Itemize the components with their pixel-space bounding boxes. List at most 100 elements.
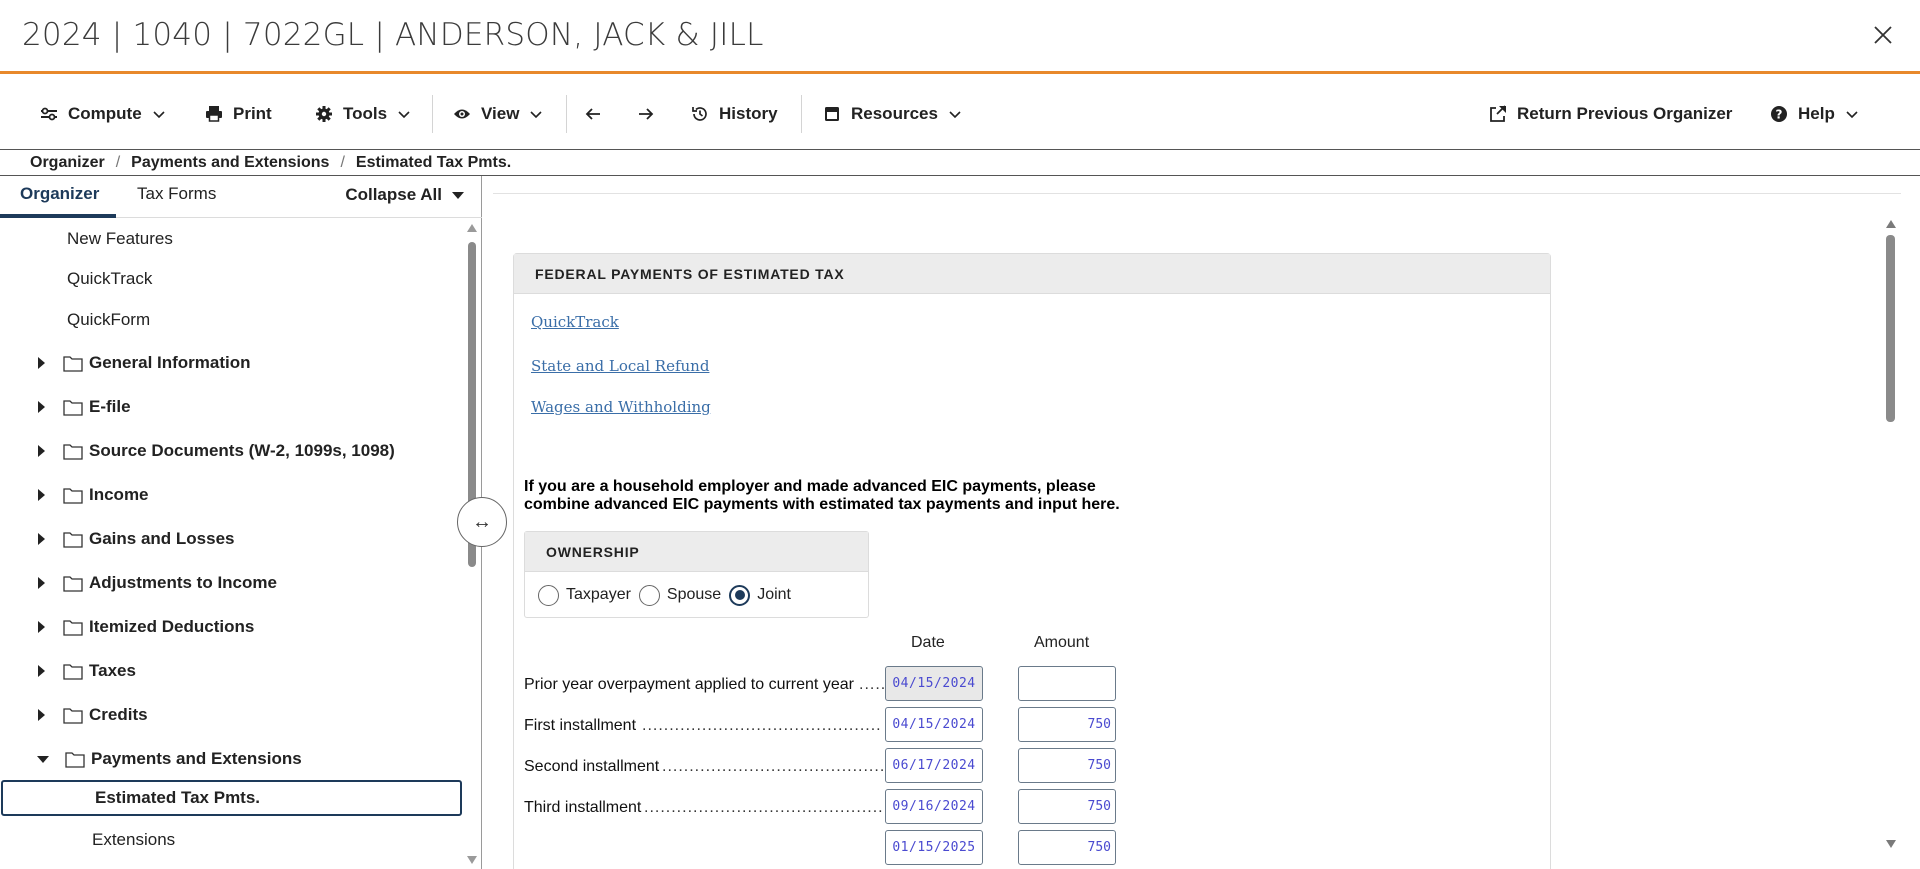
ownership-group: OWNERSHIP Taxpayer Spouse Joint bbox=[524, 531, 869, 618]
date-field[interactable]: 06/17/2024 bbox=[885, 748, 983, 783]
back-button[interactable] bbox=[584, 77, 602, 150]
link-quicktrack[interactable]: QuickTrack bbox=[531, 313, 619, 331]
share-external-icon bbox=[1489, 104, 1507, 123]
breadcrumb-item-organizer[interactable]: Organizer bbox=[30, 154, 105, 172]
resources-menu-button[interactable]: Resources bbox=[823, 77, 962, 150]
column-header-amount: Amount bbox=[1034, 634, 1090, 651]
expand-caret-icon[interactable] bbox=[38, 357, 45, 369]
tree-item-credits[interactable]: Credits bbox=[0, 697, 462, 733]
ownership-radio-group: Taxpayer Spouse Joint bbox=[525, 572, 868, 618]
forward-button[interactable] bbox=[637, 77, 655, 150]
toolbar-divider bbox=[566, 95, 567, 133]
amount-field[interactable]: 750 bbox=[1018, 707, 1116, 742]
print-button[interactable]: Print bbox=[205, 77, 272, 150]
tree-item-label: Payments and Extensions bbox=[91, 749, 302, 768]
expand-caret-icon[interactable] bbox=[38, 621, 45, 633]
row-leader-dots: ........................................… bbox=[642, 717, 883, 734]
row-label: First installment bbox=[524, 717, 637, 734]
tools-label: Tools bbox=[343, 103, 388, 123]
tree-item-label: Credits bbox=[89, 705, 148, 724]
radio-label: Taxpayer bbox=[566, 586, 631, 603]
radio-circle[interactable] bbox=[638, 584, 660, 606]
note-line: combine advanced EIC payments with estim… bbox=[524, 496, 1120, 513]
expand-caret-icon[interactable] bbox=[38, 445, 45, 457]
date-field[interactable]: 04/15/2024 bbox=[885, 707, 983, 742]
tree-item-label: Adjustments to Income bbox=[89, 573, 277, 592]
tools-menu-button[interactable]: Tools bbox=[315, 77, 411, 150]
folder-icon bbox=[63, 575, 83, 592]
tab-tax-forms[interactable]: Tax Forms bbox=[137, 184, 216, 204]
expand-caret-icon[interactable] bbox=[38, 489, 45, 501]
folder-icon bbox=[63, 399, 83, 416]
view-menu-button[interactable]: View bbox=[453, 77, 543, 150]
breadcrumb-item-payments-and-extensions[interactable]: Payments and Extensions bbox=[131, 154, 329, 172]
tree-item-label: General Information bbox=[89, 353, 251, 372]
close-icon[interactable] bbox=[1870, 22, 1896, 48]
toolbar-divider bbox=[432, 95, 433, 133]
radio-circle[interactable] bbox=[538, 584, 559, 606]
radio-spouse[interactable]: Spouse bbox=[638, 584, 721, 606]
expand-caret-icon[interactable] bbox=[38, 401, 45, 413]
breadcrumb-separator: / bbox=[115, 154, 121, 171]
tree-item-extensions[interactable]: Extensions bbox=[0, 822, 462, 858]
content-scrollbar[interactable] bbox=[1885, 220, 1897, 848]
radio-dot bbox=[734, 590, 745, 600]
chevron-down-icon bbox=[1845, 107, 1859, 121]
organizer-tree: New Features QuickTrack QuickForm Genera… bbox=[0, 218, 462, 869]
collapse-all-button[interactable]: Collapse All bbox=[345, 185, 464, 205]
amount-field[interactable] bbox=[1018, 666, 1116, 701]
return-previous-organizer-button[interactable]: Return Previous Organizer bbox=[1489, 77, 1732, 150]
tree-item-new-features[interactable]: New Features bbox=[0, 221, 462, 257]
date-field[interactable]: 09/16/2024 bbox=[885, 789, 983, 824]
expand-caret-icon[interactable] bbox=[38, 709, 45, 721]
tree-item-payments-and-extensions[interactable]: Payments and Extensions bbox=[0, 741, 462, 777]
amount-field[interactable]: 750 bbox=[1018, 830, 1116, 865]
amount-field[interactable]: 750 bbox=[1018, 789, 1116, 824]
link-wages-and-withholding[interactable]: Wages and Withholding bbox=[531, 398, 711, 416]
payment-row-first-installment: First installment ......................… bbox=[524, 707, 1124, 743]
tree-item-quicktrack[interactable]: QuickTrack bbox=[0, 261, 462, 297]
link-state-and-local-refund[interactable]: State and Local Refund bbox=[531, 357, 709, 375]
tree-item-estimated-tax-pmts[interactable]: Estimated Tax Pmts. bbox=[1, 780, 462, 816]
tab-organizer[interactable]: Organizer bbox=[20, 184, 99, 204]
radio-taxpayer[interactable]: Taxpayer bbox=[538, 584, 631, 606]
date-field[interactable]: 04/15/2024 bbox=[885, 666, 983, 701]
scroll-down-arrow-icon[interactable] bbox=[467, 856, 477, 864]
date-field[interactable]: 01/15/2025 bbox=[885, 830, 983, 865]
scroll-down-arrow-icon[interactable] bbox=[1886, 840, 1896, 848]
expand-caret-icon[interactable] bbox=[38, 577, 45, 589]
form-content: FEDERAL PAYMENTS OF ESTIMATED TAX QuickT… bbox=[483, 176, 1920, 869]
help-menu-button[interactable]: ? Help bbox=[1770, 77, 1859, 150]
tree-item-label: Itemized Deductions bbox=[89, 617, 255, 636]
tree-item-label: Extensions bbox=[92, 830, 176, 849]
tree-item-itemized-deductions[interactable]: Itemized Deductions bbox=[0, 609, 462, 645]
tree-item-e-file[interactable]: E-file bbox=[0, 389, 462, 425]
help-label: Help bbox=[1798, 103, 1835, 123]
scroll-up-arrow-icon[interactable] bbox=[1886, 220, 1896, 228]
radio-joint[interactable]: Joint bbox=[729, 584, 791, 606]
folder-icon bbox=[63, 355, 83, 372]
folder-icon bbox=[63, 663, 83, 680]
expand-caret-icon[interactable] bbox=[38, 533, 45, 545]
tree-item-gains-and-losses[interactable]: Gains and Losses bbox=[0, 521, 462, 557]
radio-circle-selected[interactable] bbox=[729, 584, 751, 606]
history-button[interactable]: History bbox=[691, 77, 778, 150]
tree-item-adjustments-to-income[interactable]: Adjustments to Income bbox=[0, 565, 462, 601]
calculator-icon bbox=[823, 105, 841, 123]
collapse-caret-icon[interactable] bbox=[37, 755, 49, 763]
tree-item-label: Estimated Tax Pmts. bbox=[95, 788, 261, 807]
collapse-all-label: Collapse All bbox=[345, 185, 442, 204]
compute-menu-button[interactable]: Compute bbox=[40, 77, 166, 150]
scroll-up-arrow-icon[interactable] bbox=[467, 224, 477, 232]
expand-caret-icon[interactable] bbox=[38, 665, 45, 677]
breadcrumb: Organizer / Payments and Extensions / Es… bbox=[0, 151, 1920, 176]
tree-item-general-information[interactable]: General Information bbox=[0, 345, 462, 381]
tree-item-taxes[interactable]: Taxes bbox=[0, 653, 462, 689]
scrollbar-thumb[interactable] bbox=[1886, 235, 1895, 422]
amount-field[interactable]: 750 bbox=[1018, 748, 1116, 783]
tree-item-source-documents[interactable]: Source Documents (W-2, 1099s, 1098) bbox=[0, 433, 462, 469]
tree-item-quickform[interactable]: QuickForm bbox=[0, 302, 462, 338]
payment-row-prior-year-overpayment: Prior year overpayment applied to curren… bbox=[524, 666, 1124, 702]
chevron-down-icon bbox=[152, 107, 166, 121]
tree-item-income[interactable]: Income bbox=[0, 477, 462, 513]
